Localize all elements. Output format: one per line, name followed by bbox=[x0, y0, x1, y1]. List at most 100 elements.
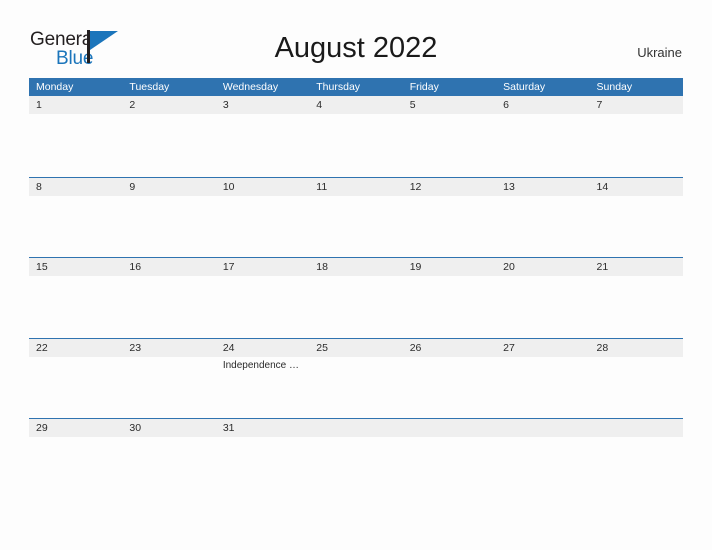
day-cell[interactable]: 14 bbox=[589, 177, 683, 257]
day-cell[interactable] bbox=[496, 419, 590, 498]
day-cell[interactable]: 27 bbox=[496, 338, 590, 418]
day-number: 12 bbox=[409, 180, 422, 193]
day-events bbox=[309, 357, 402, 359]
day-cell[interactable] bbox=[309, 419, 403, 498]
calendar-page: General Blue August 2022 Ukraine Monday … bbox=[0, 0, 712, 550]
day-number-band bbox=[29, 96, 123, 114]
day-events bbox=[496, 196, 589, 198]
day-cell[interactable]: 20 bbox=[496, 258, 590, 337]
day-cell[interactable]: 16 bbox=[122, 258, 216, 337]
day-events bbox=[29, 196, 122, 198]
event-item[interactable]: Independence Day bbox=[223, 359, 305, 372]
day-number: 18 bbox=[316, 261, 328, 273]
day-events bbox=[590, 114, 683, 116]
day-number-band bbox=[122, 96, 216, 114]
day-events bbox=[403, 357, 496, 359]
week-row: 8 9 10 11 12 13 14 bbox=[29, 176, 683, 257]
day-events bbox=[29, 114, 122, 116]
day-cell[interactable]: 30 bbox=[122, 419, 216, 498]
day-number: 14 bbox=[596, 180, 609, 193]
day-cell[interactable]: 11 bbox=[309, 177, 403, 257]
day-number: 23 bbox=[129, 341, 142, 354]
day-number: 27 bbox=[503, 341, 515, 354]
day-number: 26 bbox=[409, 341, 422, 354]
day-cell[interactable]: 2 bbox=[122, 96, 216, 175]
day-cell[interactable]: 22 bbox=[29, 338, 123, 418]
day-cell[interactable]: 29 bbox=[29, 419, 123, 498]
day-number-band bbox=[309, 419, 403, 437]
day-header-saturday: Saturday bbox=[503, 81, 546, 93]
day-cell[interactable]: 3 bbox=[215, 96, 310, 175]
day-cell[interactable]: 21 bbox=[589, 258, 683, 337]
day-number: 21 bbox=[596, 261, 609, 273]
day-events bbox=[309, 276, 402, 278]
day-events bbox=[590, 357, 683, 359]
day-events bbox=[122, 196, 215, 198]
day-header-thursday: Thursday bbox=[316, 81, 361, 93]
day-cell[interactable]: 10 bbox=[215, 177, 310, 257]
day-events bbox=[309, 437, 402, 439]
day-number: 4 bbox=[316, 99, 323, 111]
day-header-sunday: Sunday bbox=[596, 81, 633, 93]
day-number-band bbox=[496, 419, 590, 437]
day-number: 7 bbox=[596, 99, 603, 111]
country-label: Ukraine bbox=[637, 45, 682, 60]
day-events bbox=[29, 357, 122, 359]
day-number: 3 bbox=[222, 99, 229, 111]
day-number: 13 bbox=[503, 180, 515, 193]
day-number-band bbox=[215, 96, 310, 114]
day-number: 24 bbox=[222, 341, 235, 354]
day-events bbox=[216, 437, 309, 439]
day-cell[interactable]: 1 bbox=[29, 96, 123, 175]
day-events bbox=[122, 114, 215, 116]
day-events bbox=[216, 196, 309, 198]
day-number-band bbox=[496, 96, 590, 114]
day-number-band bbox=[589, 419, 683, 437]
day-cell[interactable]: 13 bbox=[496, 177, 590, 257]
calendar-grid: Monday Tuesday Wednesday Thursday Friday… bbox=[29, 78, 683, 499]
day-of-week-header-row: Monday Tuesday Wednesday Thursday Friday… bbox=[29, 78, 683, 96]
day-events bbox=[29, 437, 122, 439]
day-number: 22 bbox=[36, 341, 48, 354]
day-cell[interactable]: 19 bbox=[402, 258, 497, 337]
day-number: 31 bbox=[222, 422, 235, 434]
day-cell[interactable]: 26 bbox=[402, 338, 497, 418]
day-cell[interactable]: 18 bbox=[309, 258, 403, 337]
day-header-monday: Monday bbox=[36, 81, 74, 93]
day-number-band bbox=[402, 96, 497, 114]
day-header-wednesday: Wednesday bbox=[222, 81, 279, 93]
week-row: 15 16 17 18 19 20 21 bbox=[29, 257, 683, 338]
day-number: 9 bbox=[129, 180, 136, 193]
day-cell[interactable]: 7 bbox=[589, 96, 683, 175]
day-number: 17 bbox=[222, 261, 235, 273]
day-number-band bbox=[589, 96, 683, 114]
day-cell[interactable]: 23 bbox=[122, 338, 216, 418]
day-number: 2 bbox=[129, 99, 136, 111]
day-cell[interactable]: 25 bbox=[309, 338, 403, 418]
day-cell[interactable]: 24 Independence Day bbox=[215, 338, 310, 418]
day-cell[interactable]: 12 bbox=[402, 177, 497, 257]
day-cell[interactable] bbox=[589, 419, 683, 498]
day-cell[interactable]: 9 bbox=[122, 177, 216, 257]
day-cell[interactable]: 15 bbox=[29, 258, 123, 337]
day-cell[interactable]: 17 bbox=[215, 258, 310, 337]
day-cell[interactable] bbox=[402, 419, 497, 498]
day-number: 11 bbox=[316, 180, 328, 193]
page-header: General Blue August 2022 Ukraine bbox=[0, 0, 712, 78]
day-events bbox=[496, 357, 589, 359]
day-cell[interactable]: 28 bbox=[589, 338, 683, 418]
day-events bbox=[590, 196, 683, 198]
day-cell[interactable]: 31 bbox=[215, 419, 310, 498]
day-number: 28 bbox=[596, 341, 609, 354]
day-cell[interactable]: 4 bbox=[309, 96, 403, 175]
day-cell[interactable]: 5 bbox=[402, 96, 497, 175]
day-events bbox=[403, 437, 496, 439]
day-cell[interactable]: 8 bbox=[29, 177, 123, 257]
week-row: 22 23 24 Independence Day 25 26 27 28 bbox=[29, 337, 683, 418]
day-events bbox=[122, 437, 215, 439]
day-number: 30 bbox=[129, 422, 142, 434]
day-events bbox=[309, 114, 402, 116]
day-number: 19 bbox=[409, 261, 422, 273]
day-events bbox=[590, 437, 683, 439]
day-cell[interactable]: 6 bbox=[496, 96, 590, 175]
